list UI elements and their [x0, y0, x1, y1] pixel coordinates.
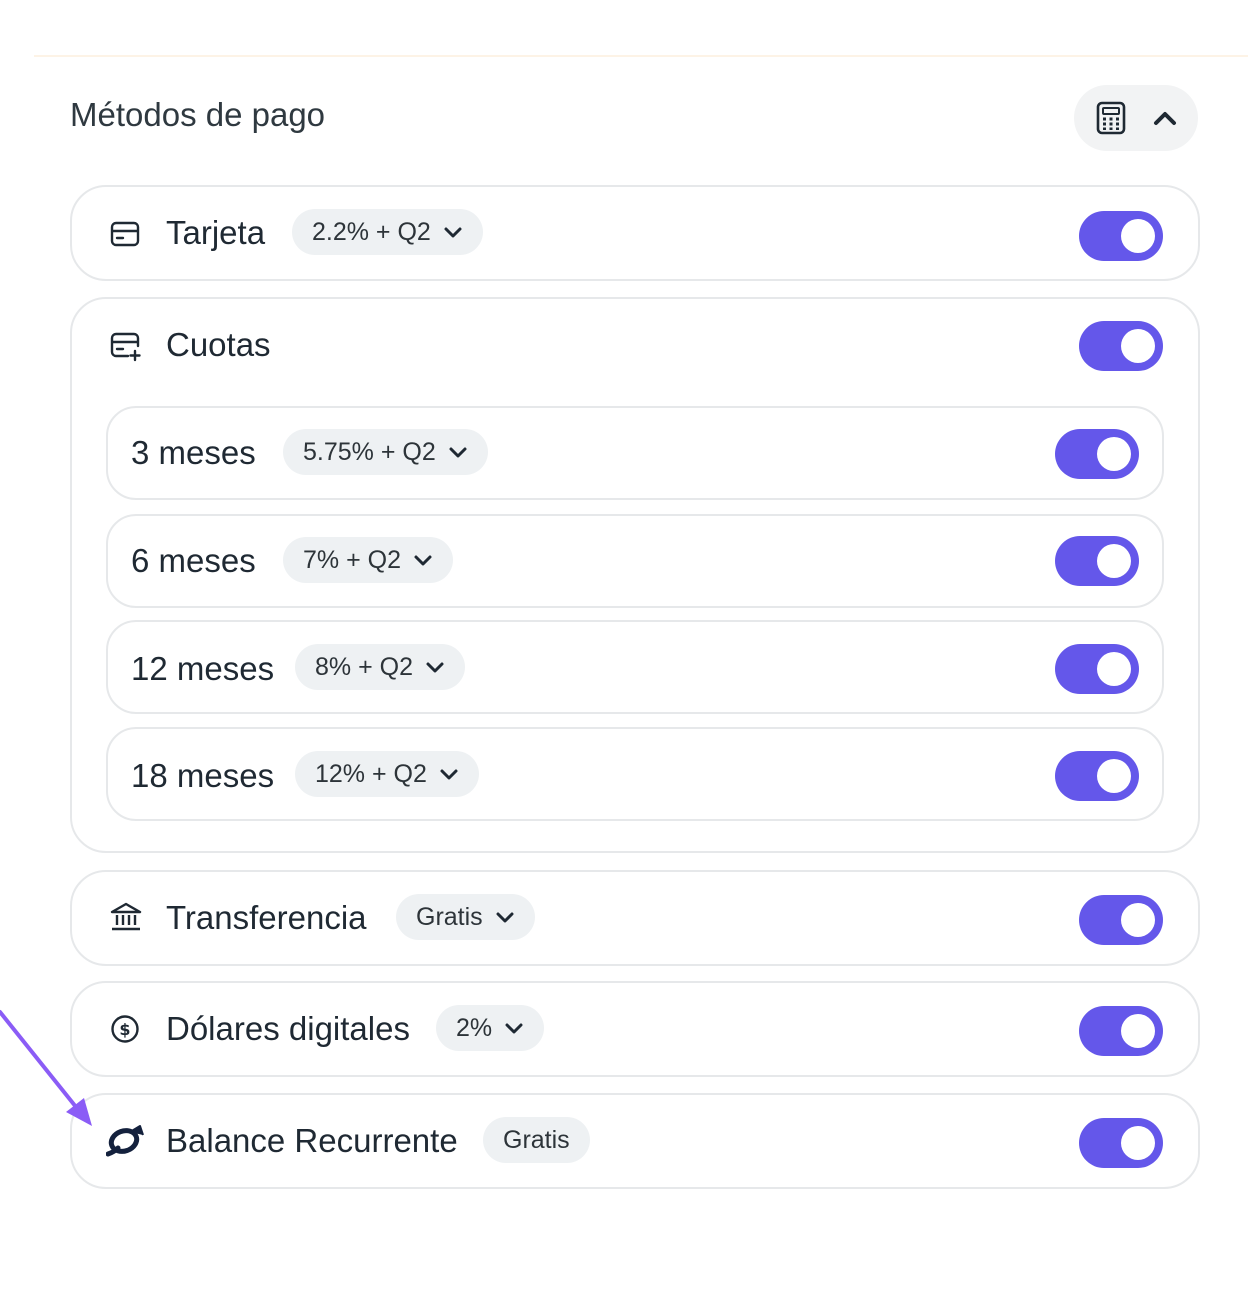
- installment-plan-12: 12 meses 8% + Q2: [106, 620, 1164, 714]
- fee-value: Gratis: [503, 1125, 570, 1154]
- fee-dropdown[interactable]: 12% + Q2: [295, 751, 479, 797]
- enable-toggle[interactable]: [1055, 429, 1139, 479]
- toggle-knob: [1121, 1126, 1155, 1160]
- fee-dropdown[interactable]: 2%: [436, 1005, 545, 1051]
- fee-value: Gratis: [416, 902, 483, 931]
- chevron-down-icon: [425, 660, 445, 674]
- recurrente-logo-icon: [105, 1123, 148, 1162]
- enable-toggle[interactable]: [1079, 1118, 1163, 1168]
- plan-label: 6 meses: [131, 542, 256, 579]
- enable-toggle[interactable]: [1079, 211, 1163, 261]
- fee-dropdown[interactable]: 5.75% + Q2: [283, 429, 488, 475]
- fee-value: 12% + Q2: [315, 759, 427, 788]
- installment-plan-3: 3 meses 5.75% + Q2: [106, 406, 1164, 500]
- enable-toggle[interactable]: [1055, 644, 1139, 694]
- fee-value: 7% + Q2: [303, 545, 401, 574]
- method-label: Dólares digitales: [166, 1010, 410, 1047]
- plan-label: 12 meses: [131, 650, 275, 687]
- credit-card-icon: [110, 221, 140, 252]
- fee-value: 2.2% + Q2: [312, 217, 431, 246]
- toggle-knob: [1097, 652, 1131, 686]
- installment-plan-18: 18 meses 12% + Q2: [106, 727, 1164, 821]
- fee-dropdown[interactable]: 7% + Q2: [283, 537, 453, 583]
- chevron-down-icon: [495, 910, 515, 924]
- fee-dropdown[interactable]: 2.2% + Q2: [292, 209, 483, 255]
- toggle-knob: [1097, 437, 1131, 471]
- svg-text:$: $: [119, 1020, 130, 1039]
- plan-label: 3 meses: [131, 434, 256, 471]
- fee-value: 5.75% + Q2: [303, 437, 436, 466]
- enable-toggle[interactable]: [1055, 536, 1139, 586]
- method-label: Cuotas: [166, 326, 271, 363]
- fee-value: 2%: [456, 1013, 493, 1042]
- dollar-circle-icon: $: [110, 1014, 140, 1049]
- fee-dropdown[interactable]: Gratis: [396, 894, 535, 940]
- header-actions[interactable]: [1074, 85, 1198, 151]
- enable-toggle[interactable]: [1079, 895, 1163, 945]
- method-card-balance-recurrente: Balance Recurrente Gratis: [70, 1093, 1200, 1189]
- installment-plan-6: 6 meses 7% + Q2: [106, 514, 1164, 608]
- toggle-knob: [1121, 1014, 1155, 1048]
- toggle-knob: [1121, 903, 1155, 937]
- fee-value: 8% + Q2: [315, 652, 413, 681]
- fee-dropdown[interactable]: 8% + Q2: [295, 644, 465, 690]
- fee-badge: Gratis: [483, 1117, 590, 1163]
- method-card-dolares-digitales: $ Dólares digitales 2%: [70, 981, 1200, 1077]
- section-title: Métodos de pago: [70, 96, 326, 133]
- toggle-knob: [1097, 544, 1131, 578]
- toggle-knob: [1121, 219, 1155, 253]
- installments-card-icon: [110, 332, 142, 367]
- chevron-down-icon: [448, 445, 468, 459]
- annotation-arrow-icon: [0, 1010, 92, 1126]
- toggle-knob: [1097, 759, 1131, 793]
- chevron-down-icon: [413, 553, 433, 567]
- method-card-transferencia: Transferencia Gratis: [70, 870, 1200, 966]
- chevron-up-icon[interactable]: [1153, 110, 1177, 126]
- chevron-down-icon: [443, 225, 463, 239]
- chevron-down-icon: [439, 767, 459, 781]
- enable-toggle[interactable]: [1055, 751, 1139, 801]
- method-card-tarjeta: Tarjeta 2.2% + Q2: [70, 185, 1200, 281]
- plan-label: 18 meses: [131, 757, 275, 794]
- method-label: Transferencia: [166, 899, 367, 936]
- method-label: Balance Recurrente: [166, 1122, 458, 1159]
- calculator-icon[interactable]: [1095, 101, 1127, 135]
- method-label: Tarjeta: [166, 214, 266, 251]
- enable-toggle[interactable]: [1079, 321, 1163, 371]
- chevron-down-icon: [504, 1021, 524, 1035]
- top-divider: [34, 55, 1248, 57]
- toggle-knob: [1121, 329, 1155, 363]
- bank-icon: [110, 902, 142, 937]
- enable-toggle[interactable]: [1079, 1006, 1163, 1056]
